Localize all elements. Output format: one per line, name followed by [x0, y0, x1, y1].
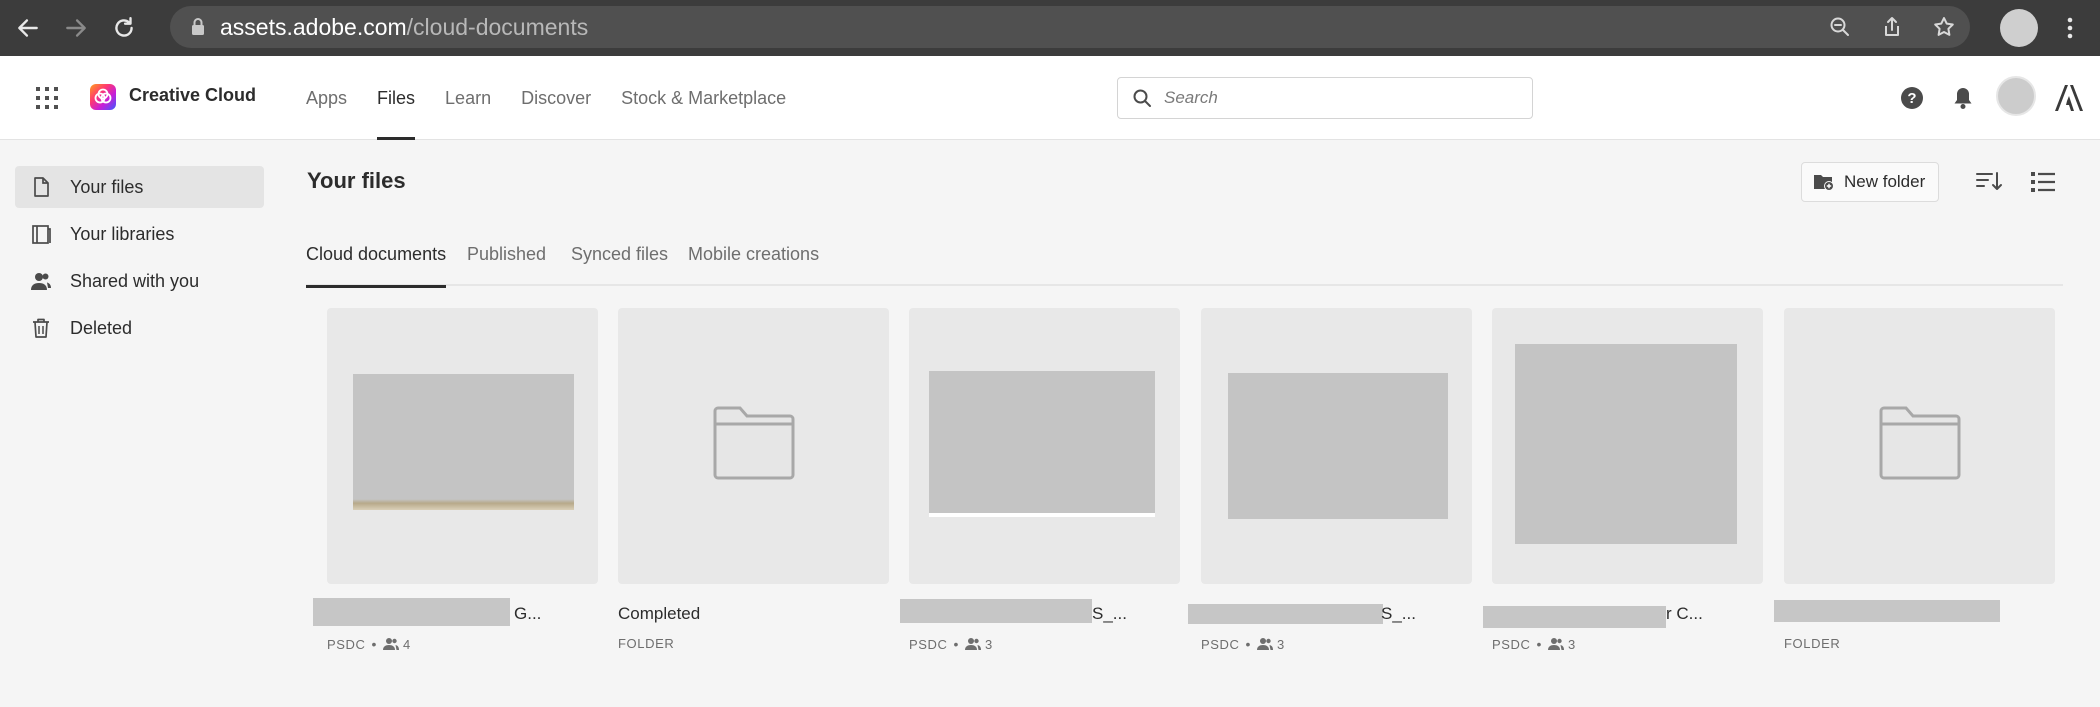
- tab-published[interactable]: Published: [467, 244, 546, 286]
- file-name[interactable]: r C...: [1666, 604, 1703, 624]
- shared-count: 4: [403, 636, 411, 652]
- file-tabs: Cloud documents Published Synced files M…: [306, 230, 2063, 288]
- list-view-icon[interactable]: [2029, 169, 2057, 195]
- file-card[interactable]: G... PSDC • 4: [313, 308, 598, 652]
- address-bar[interactable]: assets.adobe.com/cloud-documents: [170, 6, 1970, 48]
- reload-icon[interactable]: [104, 8, 144, 48]
- search-box[interactable]: [1117, 77, 1533, 119]
- creative-cloud-logo-icon[interactable]: [90, 84, 116, 110]
- nav-apps[interactable]: Apps: [306, 56, 347, 140]
- file-card[interactable]: S_... PSDC • 3: [900, 308, 1180, 652]
- file-thumbnail[interactable]: [327, 308, 598, 584]
- folder-thumbnail[interactable]: [1784, 308, 2055, 584]
- shared-count: 3: [1568, 636, 1576, 652]
- libraries-icon: [32, 225, 51, 244]
- search-input[interactable]: [1164, 88, 1504, 108]
- file-thumbnail[interactable]: [1201, 308, 1472, 584]
- file-meta: PSDC • 3: [1201, 636, 1285, 652]
- file-thumbnail[interactable]: [909, 308, 1180, 584]
- shared-count: 3: [985, 636, 993, 652]
- folder-thumbnail[interactable]: [618, 308, 889, 584]
- file-kind: PSDC: [1201, 636, 1240, 652]
- file-kind: FOLDER: [618, 636, 675, 651]
- shared-people-icon: [1548, 638, 1565, 650]
- sidebar-item-shared-with-you[interactable]: Shared with you: [15, 260, 264, 302]
- search-icon: [1133, 89, 1151, 107]
- sidebar-item-label: Your files: [70, 176, 144, 197]
- file-name[interactable]: S_...: [1381, 604, 1416, 624]
- back-icon[interactable]: [8, 8, 48, 48]
- folder-icon: [713, 406, 795, 480]
- file-meta: PSDC • 3: [1492, 636, 1576, 652]
- user-avatar[interactable]: [1996, 76, 2036, 116]
- shared-people-icon: [1257, 638, 1274, 650]
- sidebar-item-your-libraries[interactable]: Your libraries: [15, 213, 264, 255]
- file-kind: FOLDER: [1784, 636, 1841, 651]
- nav-discover[interactable]: Discover: [521, 56, 591, 140]
- folder-meta: FOLDER: [618, 636, 674, 651]
- shared-people-icon: [383, 638, 400, 650]
- nav-stock-marketplace[interactable]: Stock & Marketplace: [621, 56, 786, 140]
- zoom-icon[interactable]: [1814, 15, 1866, 39]
- file-name[interactable]: S_...: [1092, 604, 1127, 624]
- sidebar-item-your-files[interactable]: Your files: [15, 166, 264, 208]
- folder-name[interactable]: Completed: [618, 604, 700, 624]
- top-nav: Apps Files Learn Discover Stock & Market…: [306, 56, 816, 140]
- folder-meta: FOLDER: [1784, 636, 1840, 651]
- svg-text:?: ?: [1907, 90, 1916, 107]
- new-folder-label: New folder: [1844, 172, 1926, 191]
- url-path: /cloud-documents: [406, 13, 589, 40]
- file-name[interactable]: G...: [514, 604, 541, 624]
- sort-icon[interactable]: [1975, 169, 2003, 195]
- brand-name[interactable]: Creative Cloud: [129, 85, 256, 106]
- new-folder-button[interactable]: New folder: [1801, 162, 1939, 202]
- file-icon: [34, 177, 49, 197]
- people-icon: [31, 273, 51, 290]
- adobe-logo-icon[interactable]: [2054, 84, 2084, 112]
- lock-icon: [192, 18, 204, 35]
- sidebar-item-label: Deleted: [70, 317, 133, 338]
- help-icon[interactable]: ?: [1899, 85, 1925, 111]
- file-meta: PSDC • 3: [909, 636, 993, 652]
- file-card[interactable]: S_... PSDC • 3: [1188, 308, 1472, 652]
- file-card[interactable]: r C... PSDC • 3: [1483, 308, 1763, 652]
- file-kind: PSDC: [909, 636, 948, 652]
- page-title: Your files: [307, 168, 406, 193]
- file-meta: PSDC • 4: [327, 636, 411, 652]
- sidebar-item-deleted[interactable]: Deleted: [15, 307, 264, 349]
- new-folder-icon: [1814, 175, 1834, 191]
- file-kind: PSDC: [327, 636, 366, 652]
- shared-people-icon: [965, 638, 982, 650]
- tab-cloud-documents[interactable]: Cloud documents: [306, 244, 447, 288]
- sidebar-item-label: Shared with you: [70, 270, 200, 291]
- shared-count: 3: [1277, 636, 1285, 652]
- app-header: Creative Cloud Apps Files Learn Discover…: [0, 56, 2100, 140]
- chrome-menu-icon[interactable]: [2058, 10, 2082, 46]
- folder-icon: [1879, 406, 1961, 480]
- folder-card[interactable]: FOLDER: [1774, 308, 2055, 651]
- folder-card[interactable]: Completed FOLDER: [618, 308, 889, 651]
- trash-icon: [33, 318, 49, 338]
- sidebar: Your files Your libraries Shared with yo…: [0, 140, 280, 707]
- tab-mobile-creations[interactable]: Mobile creations: [688, 244, 819, 286]
- profile-avatar[interactable]: [2000, 9, 2038, 47]
- nav-files[interactable]: Files: [377, 56, 416, 140]
- browser-toolbar: assets.adobe.com/cloud-documents: [0, 0, 2100, 56]
- url-host: assets.adobe.com: [220, 13, 407, 40]
- app-switcher-icon[interactable]: [35, 86, 59, 110]
- sidebar-item-label: Your libraries: [70, 223, 175, 244]
- star-icon[interactable]: [1918, 15, 1970, 39]
- nav-learn[interactable]: Learn: [445, 56, 491, 140]
- notifications-bell-icon[interactable]: [1950, 85, 1976, 111]
- file-thumbnail[interactable]: [1492, 308, 1763, 584]
- share-icon[interactable]: [1866, 15, 1918, 39]
- forward-icon[interactable]: [56, 8, 96, 48]
- tab-synced-files[interactable]: Synced files: [571, 244, 668, 286]
- file-kind: PSDC: [1492, 636, 1531, 652]
